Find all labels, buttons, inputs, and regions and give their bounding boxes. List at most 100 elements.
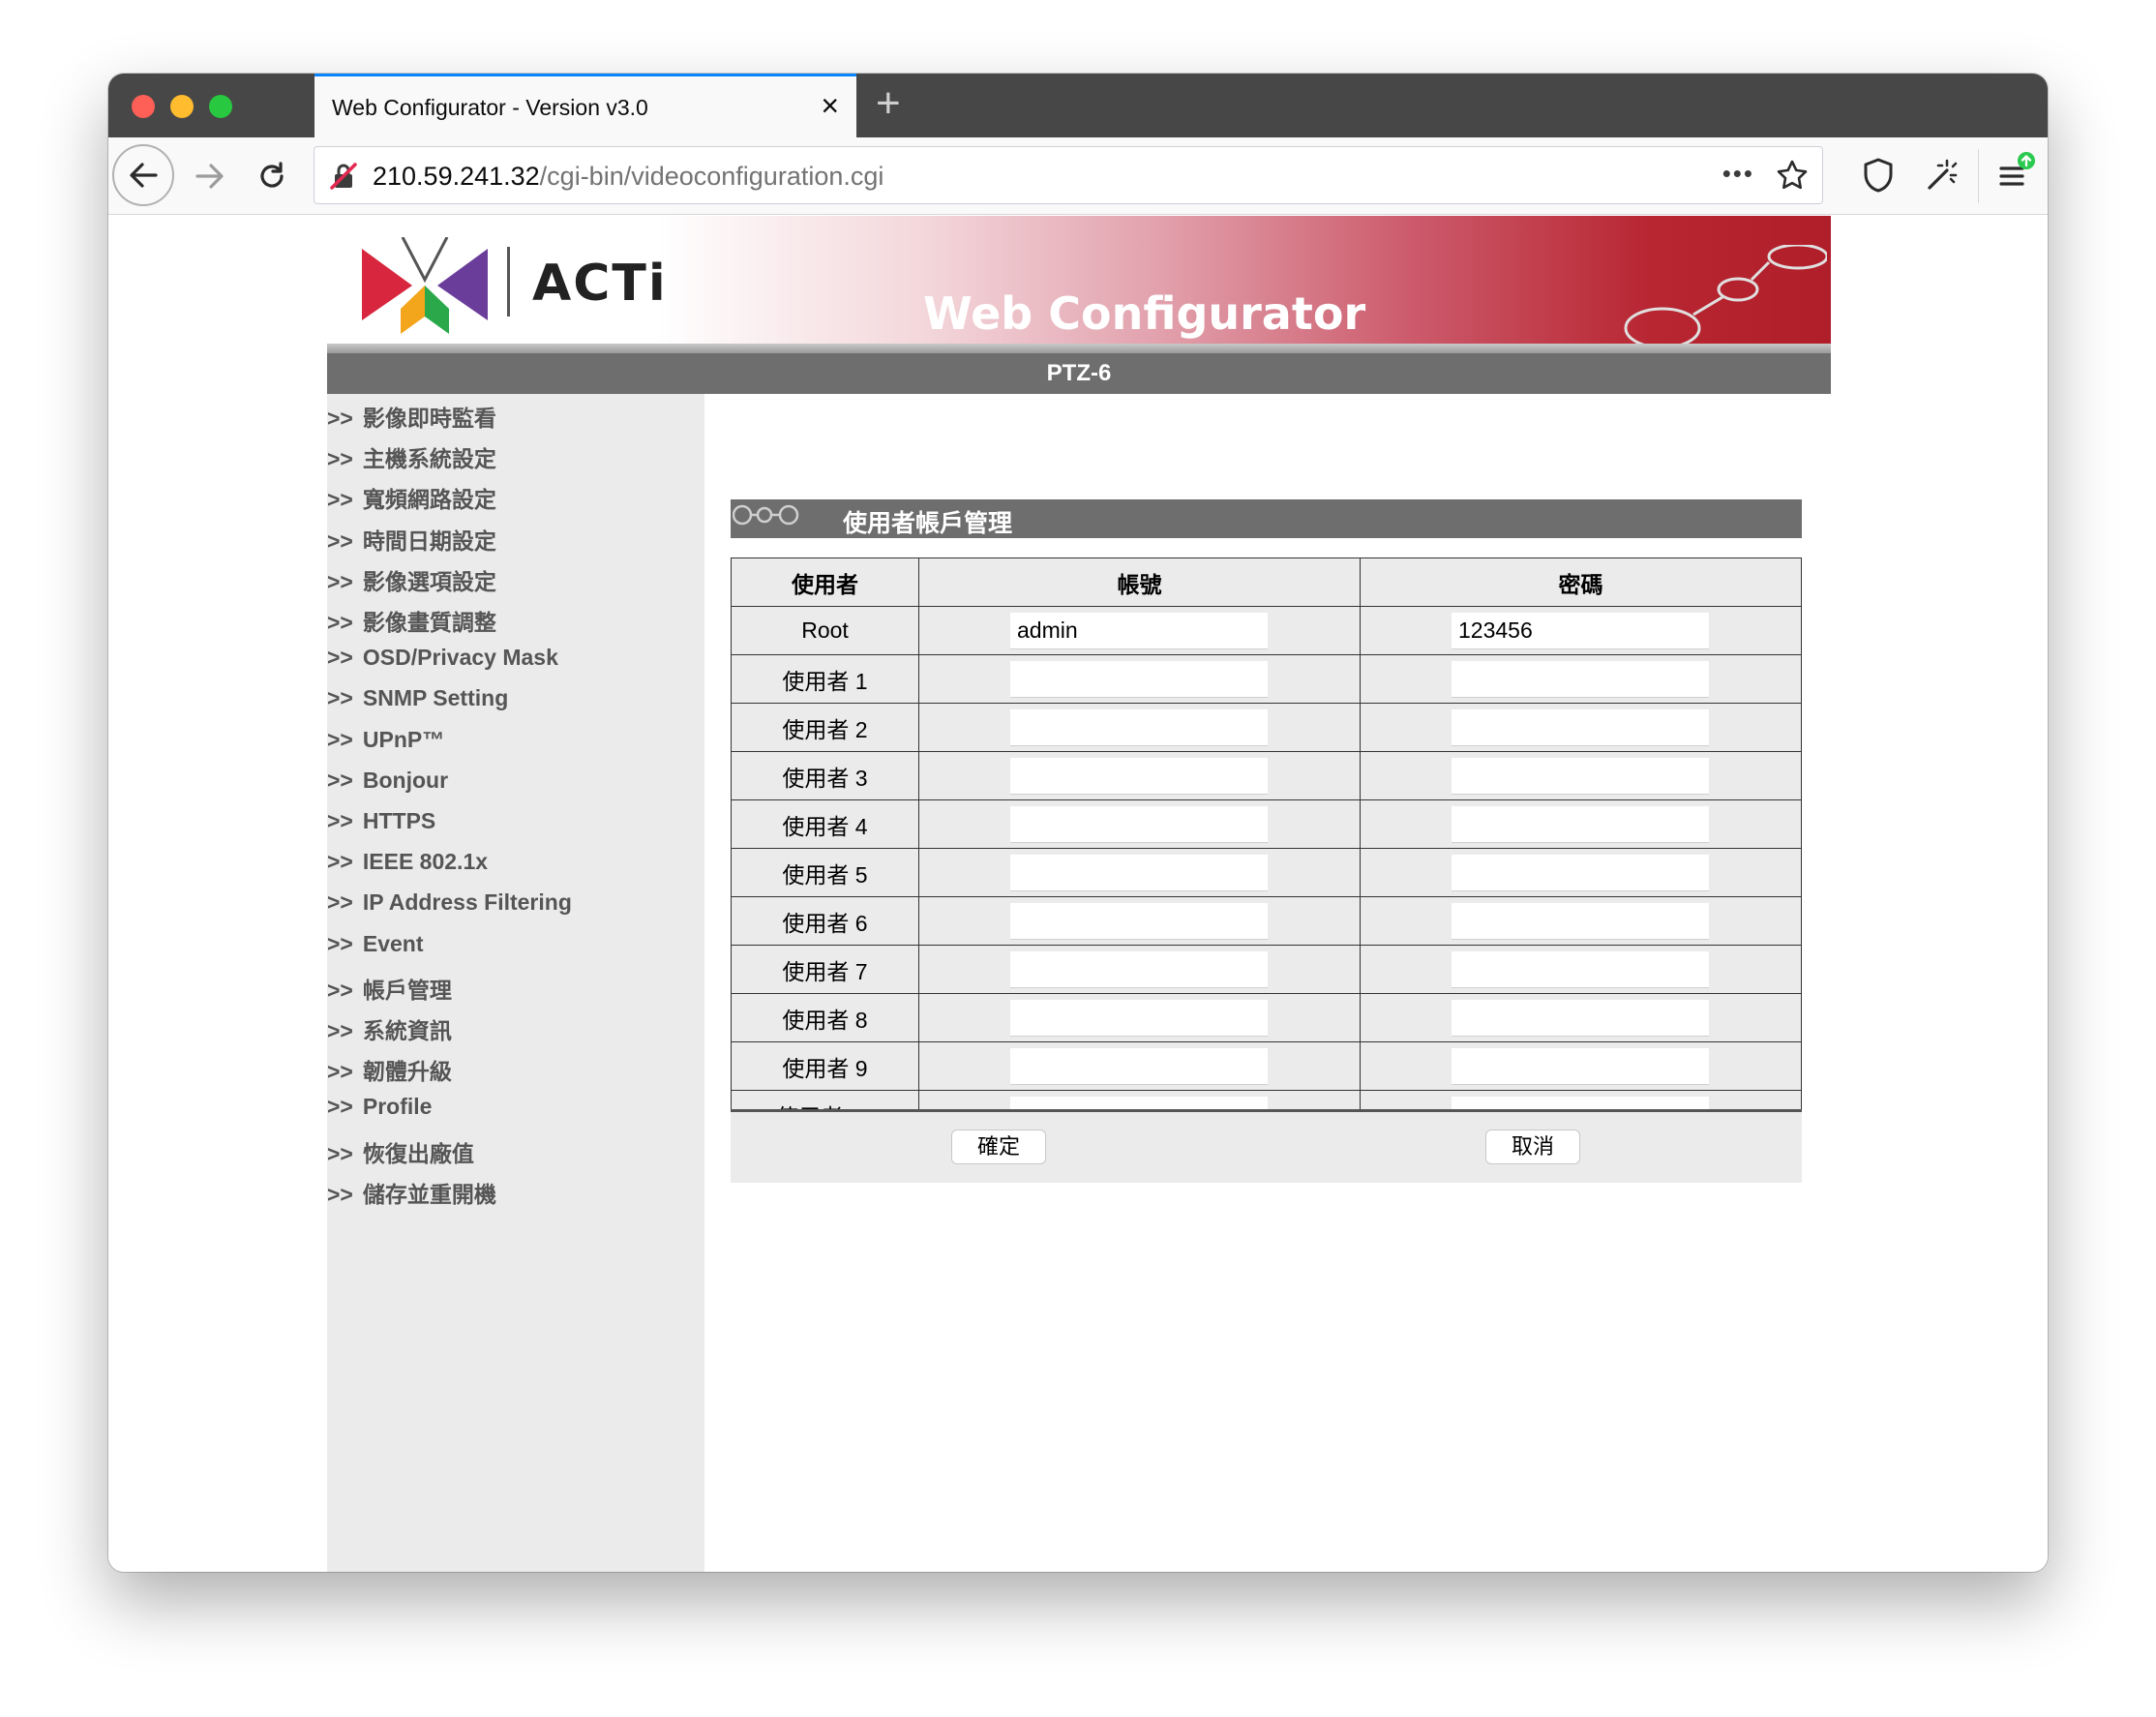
- header-banner: ACTi Web Configurator: [327, 216, 1831, 353]
- navigation-toolbar: 210.59.241.32/cgi-bin/videoconfiguration…: [108, 137, 2048, 215]
- account-cell: [918, 945, 1361, 994]
- menu-arrow: >>: [327, 1181, 353, 1207]
- sidebar-item[interactable]: >> 系統資訊: [327, 1012, 452, 1051]
- sidebar-item[interactable]: >> 影像畫質調整: [327, 604, 496, 643]
- panel-title: 使用者帳戶管理: [843, 510, 1013, 537]
- reload-icon: [260, 162, 284, 188]
- password-input[interactable]: [1452, 1048, 1709, 1085]
- sidebar-item[interactable]: >> 寬頻網路設定: [327, 481, 496, 520]
- model-name-bar: PTZ-6: [327, 353, 1831, 394]
- account-input[interactable]: [1010, 1048, 1268, 1085]
- menu-icon[interactable]: [1995, 151, 2038, 196]
- password-input[interactable]: [1452, 758, 1709, 795]
- minimize-window-button[interactable]: [170, 95, 194, 118]
- browser-window: Web Configurator - Version v3.0 × + 210.…: [108, 74, 2048, 1572]
- magic-wand-icon[interactable]: [1924, 157, 1961, 194]
- password-input[interactable]: [1452, 951, 1709, 988]
- acti-logo-icon: [362, 237, 488, 334]
- account-input[interactable]: [1010, 709, 1268, 746]
- insecure-lock-icon[interactable]: [328, 161, 359, 192]
- account-cell: [918, 751, 1361, 800]
- password-input[interactable]: [1452, 903, 1709, 940]
- account-input[interactable]: [1010, 806, 1268, 843]
- sidebar-item-label: 影像即時監看: [362, 406, 496, 431]
- account-input[interactable]: [1010, 855, 1268, 891]
- sidebar-item-label: 影像選項設定: [362, 568, 496, 594]
- close-tab-icon[interactable]: ×: [821, 88, 839, 123]
- account-input[interactable]: [1010, 903, 1268, 940]
- page-content: ACTi Web Configurator PTZ-6 >> 影像即時監看 >> 主機…: [108, 216, 2048, 1572]
- column-header-user: 使用者: [731, 557, 919, 607]
- table-row: 使用者 5: [731, 848, 1802, 897]
- panel-header: 使用者帳戶管理: [731, 499, 1802, 538]
- sidebar-item[interactable]: >> IEEE 802.1x: [327, 849, 488, 888]
- sidebar-item-label: 寬頻網路設定: [362, 487, 496, 513]
- sidebar-item[interactable]: >> Event: [327, 931, 424, 970]
- address-bar[interactable]: 210.59.241.32/cgi-bin/videoconfiguration…: [314, 146, 1823, 204]
- menu-arrow: >>: [327, 610, 353, 635]
- sidebar-item[interactable]: >> 時間日期設定: [327, 523, 496, 561]
- sidebar-item[interactable]: >> HTTPS: [327, 808, 435, 847]
- user-name-cell: 使用者 1: [731, 654, 919, 704]
- sidebar-item[interactable]: >> IP Address Filtering: [327, 889, 572, 928]
- sidebar-item[interactable]: >> 恢復出廠值: [327, 1135, 474, 1174]
- shield-icon[interactable]: [1862, 157, 1895, 194]
- page-actions-icon[interactable]: •••: [1722, 159, 1754, 189]
- account-input[interactable]: [1010, 758, 1268, 795]
- sidebar-item[interactable]: >> 主機系統設定: [327, 440, 496, 479]
- sidebar-item[interactable]: >> 影像即時監看: [327, 400, 496, 438]
- account-input[interactable]: [1010, 613, 1268, 649]
- account-cell: [918, 654, 1361, 704]
- sidebar-item-label: Bonjour: [362, 767, 449, 793]
- sidebar-item[interactable]: >> Profile: [327, 1094, 432, 1132]
- new-tab-icon[interactable]: +: [876, 79, 901, 128]
- menu-arrow: >>: [327, 527, 353, 554]
- password-cell: [1360, 703, 1802, 752]
- sidebar-item[interactable]: >> 韌體升級: [327, 1053, 452, 1092]
- password-input[interactable]: [1452, 1000, 1709, 1037]
- account-input[interactable]: [1010, 951, 1268, 988]
- sidebar-item-label: 系統資訊: [362, 1018, 452, 1043]
- sidebar-item[interactable]: >> UPnP™: [327, 727, 444, 766]
- bookmark-star-icon[interactable]: [1776, 159, 1809, 192]
- password-input[interactable]: [1452, 661, 1709, 698]
- sidebar-item[interactable]: >> 帳戶管理: [327, 972, 452, 1010]
- password-input[interactable]: [1452, 855, 1709, 891]
- password-input[interactable]: [1452, 806, 1709, 843]
- close-window-button[interactable]: [132, 95, 155, 118]
- confirm-button[interactable]: 確定: [951, 1130, 1047, 1164]
- zoom-window-button[interactable]: [209, 95, 232, 118]
- account-input[interactable]: [1010, 1000, 1268, 1037]
- toolbar-divider: [1978, 149, 1979, 203]
- back-button[interactable]: [112, 144, 174, 206]
- table-row: 使用者 9: [731, 1041, 1802, 1091]
- cancel-button[interactable]: 取消: [1485, 1130, 1581, 1164]
- reload-button[interactable]: [240, 144, 304, 208]
- account-cell: [918, 993, 1361, 1042]
- password-cell: [1360, 606, 1802, 655]
- url-text[interactable]: 210.59.241.32/cgi-bin/videoconfiguration…: [373, 162, 883, 192]
- sidebar-item[interactable]: >> OSD/Privacy Mask: [327, 645, 558, 683]
- sidebar-item[interactable]: >> Bonjour: [327, 768, 448, 806]
- user-name-cell: Root: [731, 606, 919, 655]
- user-name-cell: 使用者 4: [731, 799, 919, 849]
- table-row: Root: [731, 606, 1802, 655]
- user-name-cell: 使用者 2: [731, 703, 919, 752]
- sidebar-item[interactable]: >> 儲存並重開機: [327, 1176, 496, 1215]
- sidebar-item[interactable]: >> 影像選項設定: [327, 563, 496, 602]
- menu-arrow: >>: [327, 568, 353, 594]
- menu-arrow: >>: [327, 808, 353, 833]
- account-input[interactable]: [1010, 661, 1268, 698]
- forward-button[interactable]: [178, 144, 242, 208]
- sidebar-item-label: 主機系統設定: [362, 446, 496, 472]
- password-input[interactable]: [1452, 613, 1709, 649]
- menu-arrow: >>: [327, 767, 353, 793]
- banner-title: Web Configurator: [923, 287, 1366, 340]
- brand-wordmark: ACTi: [532, 255, 668, 313]
- tab-title: Web Configurator - Version v3.0: [332, 95, 648, 120]
- table-row: 使用者 8: [731, 993, 1802, 1042]
- active-tab[interactable]: Web Configurator - Version v3.0 ×: [314, 74, 856, 137]
- sidebar-item[interactable]: >> SNMP Setting: [327, 685, 508, 724]
- password-input[interactable]: [1452, 709, 1709, 746]
- decorative-rings-icon: [1624, 245, 1827, 349]
